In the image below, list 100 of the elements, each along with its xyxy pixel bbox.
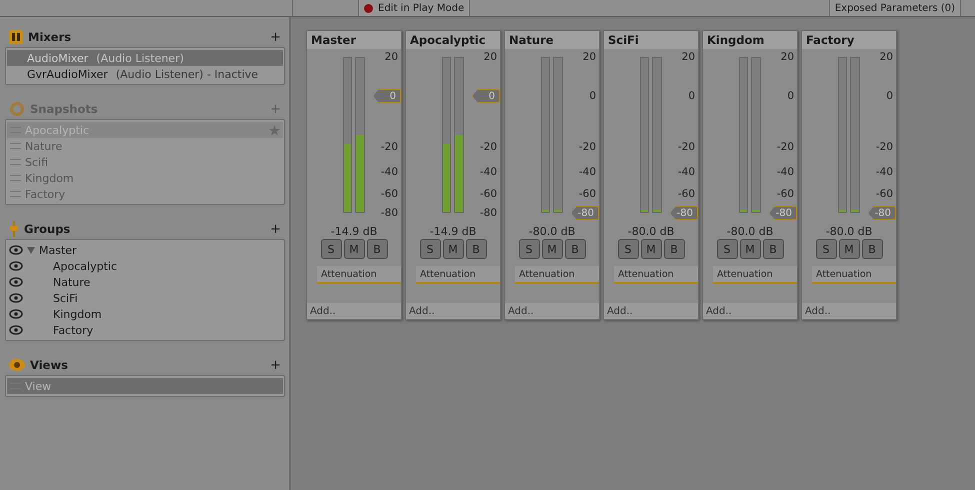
volume-fader[interactable]: -80 xyxy=(868,206,896,220)
mixer-item[interactable]: GvrAudioMixer (Audio Listener) - Inactive xyxy=(7,66,283,82)
strip-toggle-button[interactable]: S xyxy=(320,239,342,259)
scale-label: 0 xyxy=(886,90,894,102)
add-effect-button[interactable]: Add.. xyxy=(307,303,401,319)
view-item[interactable]: View xyxy=(7,378,283,394)
scale-label: -60 xyxy=(578,188,596,200)
strip-toggle-button[interactable]: B xyxy=(366,239,388,259)
volume-fader[interactable]: 0 xyxy=(373,89,402,103)
strip-toggle-button[interactable]: M xyxy=(542,239,562,259)
eye-icon[interactable] xyxy=(9,261,23,271)
scale-label: -40 xyxy=(578,166,596,178)
effect-slot[interactable]: Attenuation xyxy=(812,266,896,284)
strip-toggle-button[interactable]: M xyxy=(442,239,464,259)
drag-handle-icon xyxy=(10,159,21,165)
add-effect-button[interactable]: Add.. xyxy=(703,303,797,319)
scale-label: -80 xyxy=(380,207,398,219)
effect-slot[interactable]: Attenuation xyxy=(416,266,500,284)
record-icon xyxy=(364,4,373,12)
scale-label: -40 xyxy=(776,166,794,178)
scale-label: -20 xyxy=(480,141,498,154)
scale-label: -60 xyxy=(480,188,498,200)
section-title: Groups xyxy=(24,222,72,236)
strip-toggle-button[interactable]: S xyxy=(618,239,638,259)
effect-slot[interactable]: Attenuation xyxy=(317,266,401,284)
strip-toggle-button[interactable]: B xyxy=(564,239,586,259)
group-item[interactable]: Factory xyxy=(53,324,94,336)
add-effect-button[interactable]: Add.. xyxy=(505,303,599,319)
strip-toggle-button[interactable]: B xyxy=(762,239,784,259)
strip-toggle-button[interactable]: S xyxy=(716,239,738,259)
scale-label: -20 xyxy=(578,141,596,154)
edit-in-play-mode-button[interactable]: Edit in Play Mode xyxy=(358,0,470,16)
group-item[interactable]: SciFi xyxy=(53,292,78,304)
add-effect-button[interactable]: Add.. xyxy=(406,303,500,319)
eye-icon xyxy=(9,358,25,372)
snapshot-item[interactable]: Scifi xyxy=(7,154,283,170)
snapshot-item[interactable]: Kingdom xyxy=(7,170,283,186)
strip-toggle-button[interactable]: M xyxy=(740,239,760,259)
add-button[interactable]: + xyxy=(266,222,285,236)
db-reading: -80.0 dB xyxy=(726,225,774,238)
drag-handle-icon xyxy=(10,143,21,149)
mixer-item[interactable]: AudioMixer (Audio Listener) xyxy=(7,50,283,66)
db-reading: -14.9 dB xyxy=(428,225,478,238)
strip-toggle-button[interactable]: S xyxy=(420,239,440,259)
strip-toggle-button[interactable]: S xyxy=(816,239,836,259)
add-button[interactable]: + xyxy=(266,358,285,372)
db-reading: -14.9 dB xyxy=(330,225,378,238)
strip-title: SciFi xyxy=(604,31,698,49)
add-button[interactable]: + xyxy=(266,102,285,116)
strip-toggle-button[interactable]: M xyxy=(838,239,860,259)
scale-label: 0 xyxy=(688,90,696,102)
strip-toggle-button[interactable]: S xyxy=(518,239,540,259)
strip-title: Apocalyptic xyxy=(406,31,500,49)
strip-toggle-button[interactable]: B xyxy=(664,239,684,259)
mixer-icon xyxy=(9,30,23,44)
add-effect-button[interactable]: Add.. xyxy=(802,303,896,319)
scale-label: 20 xyxy=(384,51,398,63)
expand-triangle-icon[interactable] xyxy=(27,246,35,254)
strip-toggle-button[interactable]: M xyxy=(640,239,662,259)
volume-fader[interactable]: -80 xyxy=(769,206,798,220)
scale-label: -20 xyxy=(380,141,398,154)
scale-label: 20 xyxy=(780,51,794,63)
scale-label: -60 xyxy=(776,188,794,200)
strip-toggle-button[interactable]: B xyxy=(466,239,486,259)
strip-toggle-button[interactable]: B xyxy=(862,239,882,259)
scale-label: 20 xyxy=(582,51,596,63)
snapshot-item[interactable]: Factory xyxy=(7,186,283,202)
eye-icon[interactable] xyxy=(9,277,23,287)
group-item[interactable]: Kingdom xyxy=(53,308,102,320)
effect-slot[interactable]: Attenuation xyxy=(515,266,599,284)
exposed-parameters-dropdown[interactable]: Exposed Parameters (0) xyxy=(828,0,961,16)
effect-slot[interactable]: Attenuation xyxy=(614,266,698,284)
strip-title: Factory xyxy=(802,31,896,49)
volume-fader[interactable]: -80 xyxy=(571,206,600,220)
add-effect-button[interactable]: Add.. xyxy=(604,303,698,319)
eye-icon[interactable] xyxy=(9,293,23,303)
eye-icon[interactable] xyxy=(9,325,23,335)
camera-shutter-icon xyxy=(9,101,25,117)
scale-label: -60 xyxy=(380,188,398,200)
scale-label: -60 xyxy=(678,188,696,200)
eye-icon[interactable] xyxy=(9,245,23,255)
group-item[interactable]: Master xyxy=(39,244,77,256)
scale-label: -20 xyxy=(776,141,794,154)
effect-slot[interactable]: Attenuation xyxy=(713,266,797,284)
add-button[interactable]: + xyxy=(266,30,285,44)
group-item[interactable]: Nature xyxy=(53,276,90,288)
scale-label: 0 xyxy=(589,90,596,102)
scale-label: -20 xyxy=(876,141,894,154)
volume-fader[interactable]: 0 xyxy=(472,89,500,103)
drag-handle-icon xyxy=(10,175,21,181)
snapshot-item[interactable]: Nature xyxy=(7,138,283,154)
group-item[interactable]: Apocalyptic xyxy=(53,260,117,272)
strip-toggle-button[interactable]: M xyxy=(344,239,364,259)
section-title: Views xyxy=(30,358,69,372)
scale-label: -40 xyxy=(876,166,894,178)
volume-fader[interactable]: -80 xyxy=(670,206,698,220)
strip-title: Nature xyxy=(505,31,599,49)
section-title: Mixers xyxy=(28,30,72,44)
eye-icon[interactable] xyxy=(9,309,23,319)
db-reading: -80.0 dB xyxy=(528,225,576,238)
